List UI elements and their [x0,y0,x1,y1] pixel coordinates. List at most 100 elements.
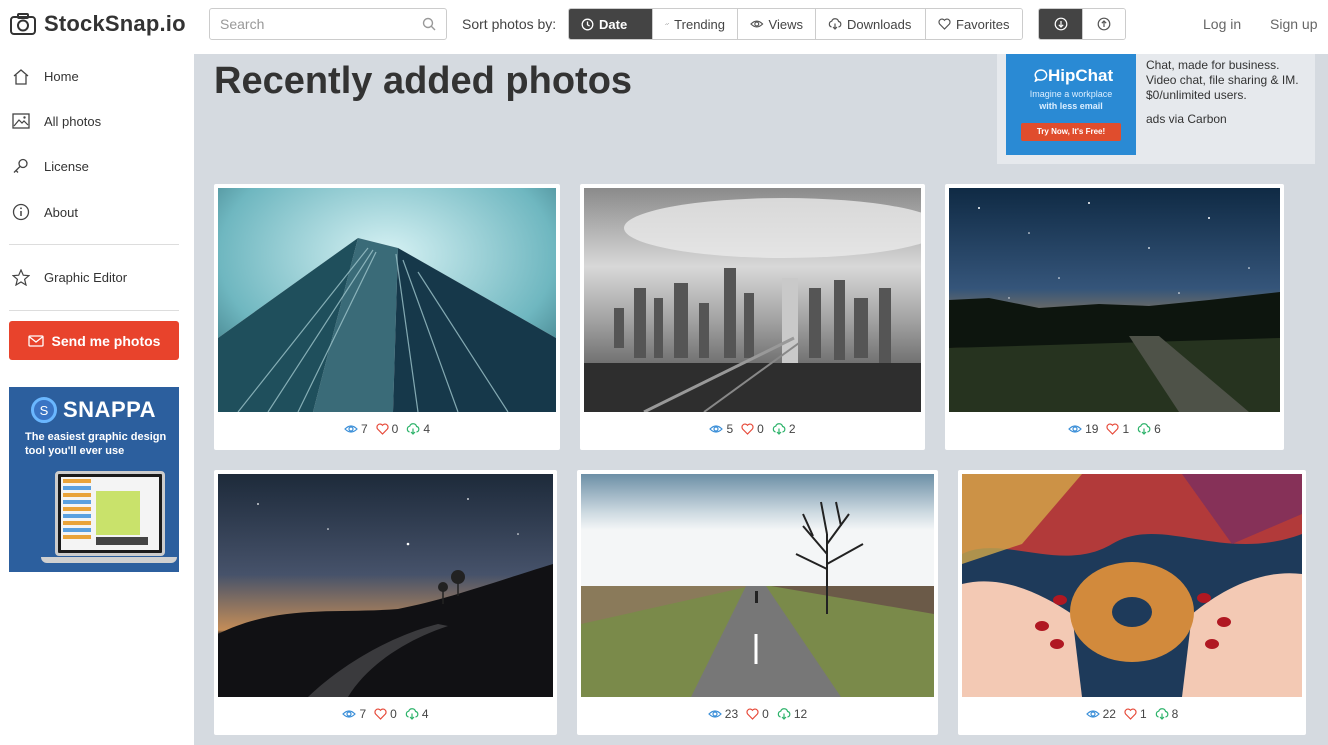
downloads-count: 8 [1171,707,1179,721]
sidebar-item-license[interactable]: License [12,158,89,175]
eye-icon [750,20,764,28]
sort-trending-button[interactable]: Trending [653,9,738,39]
sidebar-home-label: Home [44,69,79,84]
sort-ascending-button[interactable] [1082,9,1125,39]
downloads-count: 4 [423,422,431,436]
photo-donut-hands[interactable] [962,474,1302,697]
sidebar-item-graphic-editor[interactable]: Graphic Editor [12,269,127,286]
downloads-stat[interactable]: 12 [777,707,807,721]
sort-label: Sort photos by: [462,16,557,32]
cloud-download-icon [772,423,786,435]
clock-icon [581,18,594,30]
search-input[interactable] [220,16,420,32]
downloads-count: 4 [421,707,429,721]
views-count: 19 [1085,422,1099,436]
send-me-photos-button[interactable]: Send me photos [9,321,179,360]
sidebar-item-home[interactable]: Home [12,68,79,85]
chat-bubble-icon [1034,69,1048,83]
favorites-stat[interactable]: 0 [741,422,764,436]
favorites-count: 0 [391,422,399,436]
favorites-count: 1 [1139,707,1147,721]
sort-favorites-button[interactable]: Favorites [926,9,1022,39]
camera-icon [10,13,36,35]
photo-stats: 7 0 4 [214,707,557,721]
sidebar-license-label: License [44,159,89,174]
eye-icon [707,710,722,718]
key-icon [13,158,28,173]
send-me-photos-label: Send me photos [51,332,161,349]
downloads-count: 6 [1154,422,1161,436]
login-link[interactable]: Log in [1203,16,1241,32]
favorites-count: 0 [757,422,764,436]
laptop-illustration [55,471,165,556]
envelope-icon [27,334,44,347]
downloads-stat[interactable]: 4 [405,707,429,721]
views-stat: 22 [1085,707,1116,721]
sidebar-item-about[interactable]: About [12,203,78,221]
signup-link[interactable]: Sign up [1270,16,1317,32]
snappa-ad[interactable]: S SNAPPA The easiest graphic design tool… [9,387,179,572]
downloads-stat[interactable]: 2 [772,422,796,436]
photo-card[interactable]: 7 0 4 [214,184,560,450]
sort-trending-label: Trending [674,16,725,32]
sidebar-about-label: About [44,204,78,220]
hipchat-cta[interactable]: Try Now, It's Free! [1021,123,1121,141]
downloads-stat[interactable]: 6 [1137,422,1161,436]
sort-date-label: Date [599,16,628,32]
photo-card[interactable]: 22 1 8 [958,470,1306,735]
photo-card[interactable]: 19 1 6 [945,184,1284,450]
heart-icon [374,708,387,720]
hipchat-sub-line1: Imagine a workplace [1029,89,1113,99]
photo-card[interactable]: 5 0 2 [580,184,925,450]
photo-skyscraper[interactable] [218,188,556,412]
eye-icon [1085,710,1100,718]
sidebar: Home All photos License About Graphic Ed… [0,54,194,745]
favorites-stat[interactable]: 0 [374,707,397,721]
carbon-ad[interactable]: HipChat Imagine a workplace with less em… [997,54,1315,164]
photo-card[interactable]: 23 0 12 [577,470,938,735]
photo-stats: 22 1 8 [958,707,1306,721]
snappa-logo: S SNAPPA [31,397,156,423]
trending-icon [665,22,669,26]
views-count: 23 [724,707,739,721]
photo-city-aerial[interactable] [584,188,921,412]
favorites-count: 1 [1122,422,1130,436]
sort-downloads-button[interactable]: Downloads [816,9,926,39]
downloads-count: 2 [788,422,796,436]
photo-milky-way-field[interactable] [949,188,1280,412]
photo-card[interactable]: 7 0 4 [214,470,557,735]
ad-via-carbon[interactable]: ads via Carbon [1146,112,1227,126]
sort-views-button[interactable]: Views [738,9,816,39]
views-count: 5 [726,422,734,436]
downloads-stat[interactable]: 8 [1155,707,1179,721]
heart-icon [376,423,389,435]
hipchat-ad-image[interactable]: HipChat Imagine a workplace with less em… [1006,54,1136,155]
hipchat-sub-line2: with less email [1039,101,1103,111]
photo-tree-road[interactable] [581,474,934,697]
sort-date-button[interactable]: Date [569,9,653,39]
search-box[interactable] [209,8,447,40]
arrow-up-circle-icon [1097,17,1111,31]
favorites-stat[interactable]: 1 [1106,422,1129,436]
search-icon[interactable] [422,17,436,31]
photo-starry-road[interactable] [218,474,553,697]
arrow-down-circle-icon [1054,17,1067,31]
favorites-stat[interactable]: 0 [746,707,769,721]
favorites-stat[interactable]: 1 [1124,707,1147,721]
brand-logo[interactable]: StockSnap.io [10,11,186,37]
hipchat-logo: HipChat [1034,66,1113,86]
ad-text[interactable]: Chat, made for business. Video chat, fil… [1146,58,1306,103]
eye-icon [344,425,358,433]
cloud-download-icon [405,708,419,720]
top-bar: StockSnap.io Sort photos by: Date Trendi… [0,0,1328,54]
heart-icon [938,18,951,30]
sort-descending-button[interactable] [1039,9,1082,39]
favorites-stat[interactable]: 0 [376,422,399,436]
favorites-count: 0 [390,707,397,721]
downloads-stat[interactable]: 4 [406,422,430,436]
eye-icon [709,425,724,433]
views-stat: 19 [1068,422,1098,436]
sort-views-label: Views [768,16,803,32]
sidebar-all-photos-label: All photos [44,113,102,129]
sidebar-item-all-photos[interactable]: All photos [12,113,101,129]
